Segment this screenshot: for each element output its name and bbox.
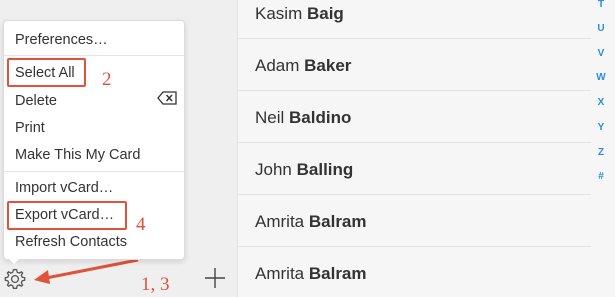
menu-separator	[4, 55, 184, 56]
select-all-highlight	[7, 58, 86, 87]
contact-name: Amrita Balram	[255, 264, 367, 283]
contact-row[interactable]: Kasim Baig	[238, 0, 591, 39]
index-letter[interactable]: T	[591, 0, 611, 10]
contact-name: Kasim Baig	[255, 4, 344, 23]
contact-row[interactable]: Adam Baker	[238, 39, 591, 91]
index-letter[interactable]: U	[591, 23, 611, 34]
contact-row[interactable]: Amrita Balram	[238, 195, 591, 247]
contact-name: Neil Baldino	[255, 108, 352, 127]
annotation-step-2: 2	[102, 69, 112, 90]
annotation-arrow	[34, 258, 139, 284]
export-vcard-highlight	[7, 201, 127, 230]
contact-name: John Balling	[255, 160, 354, 179]
index-letter[interactable]: V	[591, 48, 611, 59]
menu-item-make-my-card[interactable]: Make This My Card	[15, 146, 140, 164]
contact-row[interactable]: Amrita Balram	[238, 247, 591, 297]
menu-item-delete[interactable]: Delete	[15, 92, 57, 110]
index-letter[interactable]: X	[591, 97, 611, 108]
menu-item-preferences[interactable]: Preferences…	[15, 31, 108, 49]
plus-icon[interactable]	[203, 266, 227, 290]
menu-separator	[4, 171, 184, 172]
contact-row[interactable]: Neil Baldino	[238, 91, 591, 143]
contact-name: Adam Baker	[255, 56, 352, 75]
menu-item-import-vcard[interactable]: Import vCard…	[15, 179, 113, 197]
backspace-icon	[157, 91, 177, 105]
gear-icon[interactable]	[2, 266, 28, 292]
contact-name: Amrita Balram	[255, 212, 367, 231]
contact-row[interactable]: John Balling	[238, 143, 591, 195]
index-letter[interactable]: #	[591, 171, 611, 182]
index-letter[interactable]: W	[591, 72, 611, 83]
alphabet-index: T U V W X Y Z #	[591, 0, 611, 297]
annotation-step-4: 4	[136, 214, 146, 235]
annotation-step-1-3: 1, 3	[141, 274, 170, 295]
menu-item-refresh-contacts[interactable]: Refresh Contacts	[15, 233, 127, 251]
menu-pointer	[6, 256, 22, 264]
index-letter[interactable]: Z	[591, 147, 611, 158]
menu-item-print[interactable]: Print	[15, 119, 45, 137]
index-letter[interactable]: Y	[591, 122, 611, 133]
